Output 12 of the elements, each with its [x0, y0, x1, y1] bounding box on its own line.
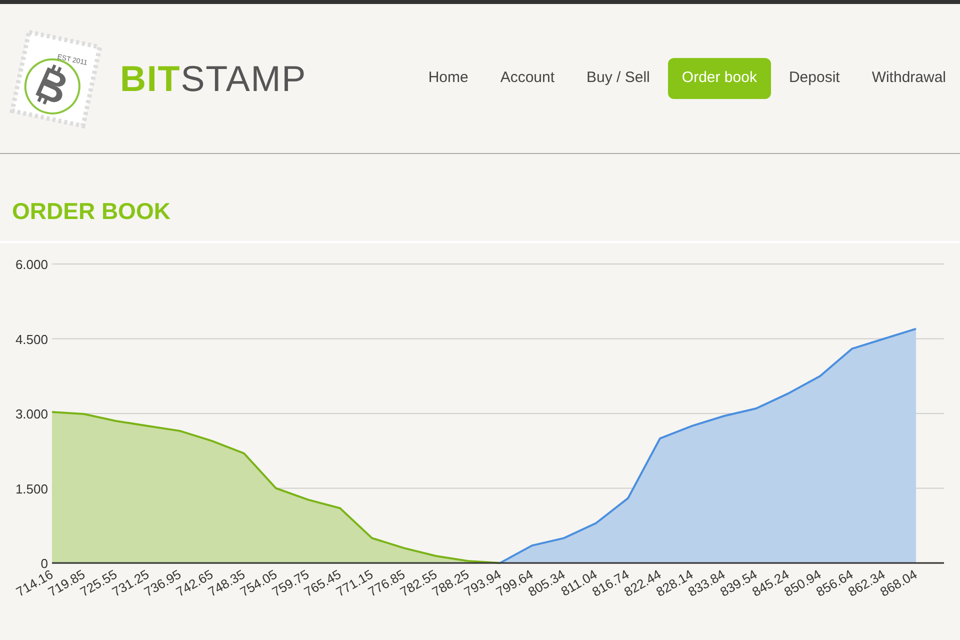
- nav-link[interactable]: Home: [414, 58, 482, 99]
- y-tick-label: 6.000: [15, 256, 48, 272]
- y-tick-label: 1.500: [15, 480, 48, 496]
- nav-link[interactable]: Buy / Sell: [572, 58, 664, 99]
- y-tick-label: 0: [40, 556, 48, 570]
- nav-link[interactable]: Withdrawal: [858, 58, 960, 99]
- logo-wordmark: BITSTAMP: [120, 56, 307, 100]
- nav-link[interactable]: Deposit: [774, 58, 854, 99]
- page-heading: ORDER BOOK: [12, 197, 172, 226]
- y-tick-label: 4.500: [15, 331, 48, 346]
- y-tick-label: 3.000: [15, 406, 48, 421]
- nav-link[interactable]: Account: [486, 58, 569, 99]
